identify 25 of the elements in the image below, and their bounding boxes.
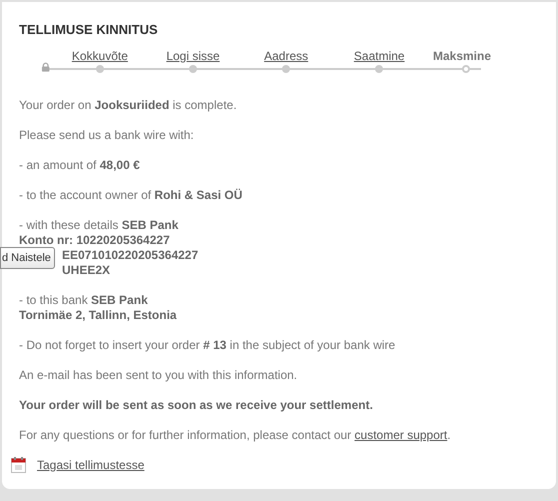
page-title: TELLIMUSE KINNITUS [19,22,159,37]
step-link[interactable]: Aadress [264,49,308,63]
body-text: An e-mail has been sent to you with this information. [19,368,298,383]
body-text: Your order will be sent as soon as we receive your settlement. [19,398,373,413]
back-link[interactable]: Tagasi tellimustesse [37,458,144,472]
body-text: - to this bank SEB Pank [19,293,148,308]
support-link[interactable]: customer support [354,428,448,442]
body-text: Your order on Jooksuriided is complete. [19,98,237,113]
body-text: - to the account owner of Rohi & Sasi OÜ [19,188,242,203]
body-text: - an amount of 48,00 € [19,158,140,173]
tooltip: d Naistele [0,247,55,269]
lock-icon [41,62,50,72]
body-text: - Do not forget to insert your order # 13 in the subject of your bank wire [19,338,396,353]
step-link[interactable]: Logi sisse [166,49,220,63]
body-text: EE071010220205364227 [62,248,198,263]
step-link[interactable]: Saatmine [354,49,405,63]
body-text: Konto nr: 10220205364227 [19,233,170,248]
body-text: - with these details SEB Pank [19,218,178,233]
step-link[interactable]: Kokkuvõte [72,49,128,63]
body-text: For any questions or for further information, please contact our customer support. [19,428,451,443]
body-text: UHEE2X [62,263,110,278]
calendar-icon [11,457,26,473]
body-text: Please send us a bank wire with: [19,128,194,143]
body-text: Tornimäe 2, Tallinn, Estonia [19,308,177,323]
current-step: Maksmine [432,49,491,63]
